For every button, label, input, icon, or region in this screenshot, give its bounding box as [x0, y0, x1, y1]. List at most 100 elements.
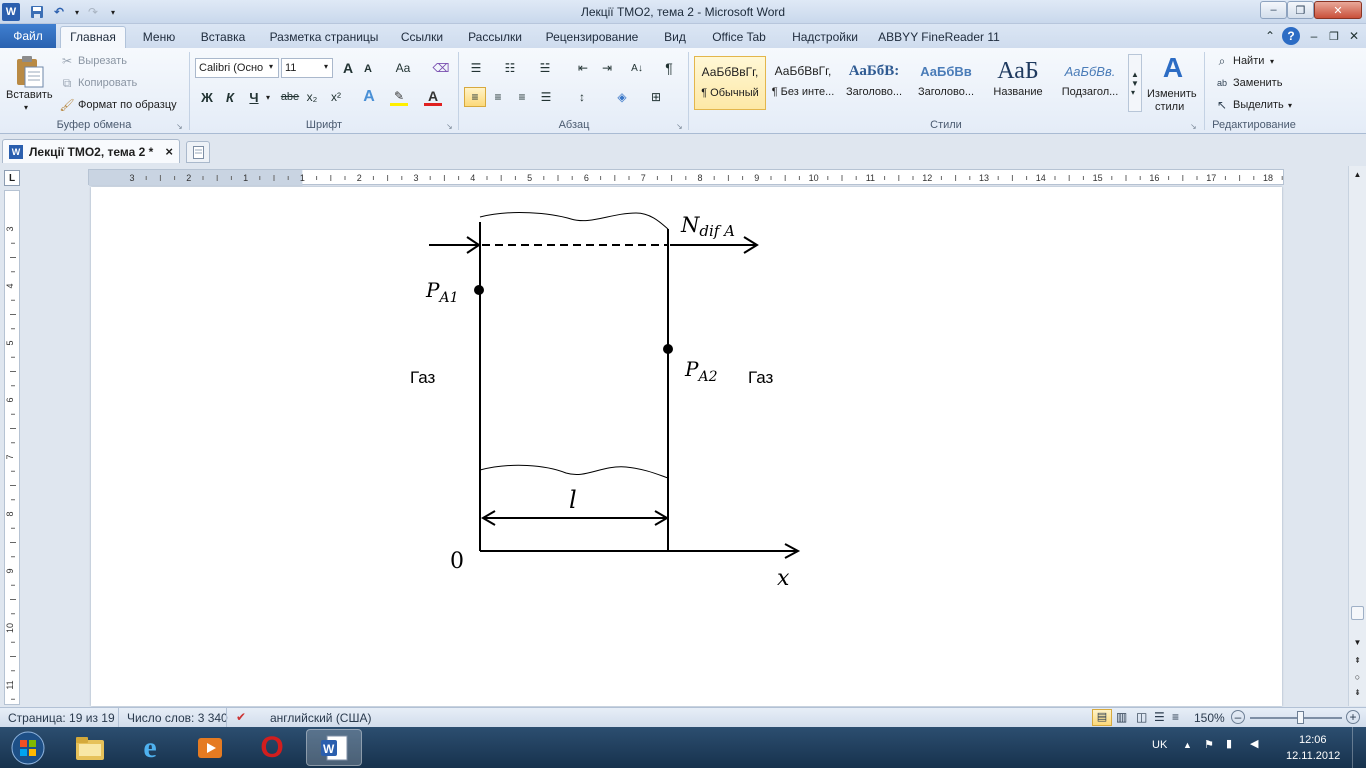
- scroll-down-icon[interactable]: ▼: [1351, 638, 1364, 652]
- decrease-indent-icon[interactable]: ⇤: [574, 59, 592, 77]
- action-center-icon[interactable]: ⚑: [1204, 738, 1214, 751]
- word-taskbar-icon[interactable]: W: [306, 729, 362, 766]
- superscript-button[interactable]: x²: [327, 88, 345, 106]
- doc-close-icon[interactable]: ✕: [1346, 28, 1362, 44]
- tab-selector[interactable]: L: [4, 170, 20, 186]
- scroll-thumb[interactable]: [1351, 606, 1364, 620]
- tab-abbyy[interactable]: ABBYY FineReader 11: [878, 27, 1000, 47]
- help-icon[interactable]: ?: [1282, 27, 1300, 45]
- doc-minimize-icon[interactable]: –: [1306, 28, 1322, 44]
- status-words[interactable]: Число слов: 3 340: [127, 711, 228, 725]
- opera-icon[interactable]: O: [244, 729, 300, 766]
- internet-explorer-icon[interactable]: e: [122, 729, 178, 766]
- font-family-dropdown-icon[interactable]: ▾: [269, 62, 273, 71]
- previous-page-icon[interactable]: ⇞: [1351, 656, 1364, 670]
- change-styles-icon[interactable]: A: [1154, 52, 1192, 84]
- zoom-slider-thumb[interactable]: [1297, 711, 1304, 724]
- font-launcher-icon[interactable]: ↘: [446, 122, 453, 131]
- increase-indent-icon[interactable]: ⇥: [598, 59, 616, 77]
- print-layout-icon[interactable]: ▤: [1092, 709, 1112, 726]
- outline-icon[interactable]: ☰: [1154, 710, 1165, 724]
- justify-icon[interactable]: ☰: [536, 88, 556, 106]
- show-formatting-button[interactable]: ¶: [660, 59, 678, 77]
- start-button[interactable]: [2, 729, 54, 766]
- status-language[interactable]: английский (США): [270, 711, 371, 725]
- tab-menu[interactable]: Меню: [135, 27, 183, 47]
- style-heading-1[interactable]: АаБбВ: Заголово...: [838, 56, 910, 110]
- multilevel-list-icon[interactable]: ☱: [535, 59, 555, 77]
- tab-review[interactable]: Рецензирование: [540, 27, 644, 47]
- cut-icon[interactable]: ✂: [60, 54, 74, 68]
- sort-icon[interactable]: A↓: [628, 59, 646, 77]
- zoom-out-icon[interactable]: –: [1231, 710, 1245, 724]
- paste-icon[interactable]: [10, 52, 48, 92]
- copy-icon[interactable]: ⧉: [60, 76, 74, 90]
- underline-dropdown-icon[interactable]: ▾: [266, 93, 270, 102]
- line-spacing-icon[interactable]: ↕: [570, 88, 594, 106]
- tab-addins[interactable]: Надстройки: [784, 27, 866, 47]
- zoom-level[interactable]: 150%: [1194, 711, 1225, 725]
- replace-button[interactable]: Заменить: [1233, 77, 1282, 89]
- subscript-button[interactable]: x₂: [303, 88, 321, 106]
- zoom-slider-track[interactable]: [1250, 717, 1342, 719]
- restore-button[interactable]: ❐: [1287, 1, 1314, 19]
- status-page[interactable]: Страница: 19 из 19: [8, 711, 115, 725]
- media-player-icon[interactable]: [182, 729, 238, 766]
- find-button[interactable]: Найти: [1233, 55, 1264, 67]
- grow-font-button[interactable]: A: [339, 59, 357, 77]
- font-size-dropdown-icon[interactable]: ▾: [324, 62, 328, 71]
- numbering-icon[interactable]: ☷: [500, 59, 520, 77]
- style-title[interactable]: АаБ Название: [982, 56, 1054, 110]
- highlight-icon[interactable]: ✎: [390, 88, 408, 106]
- draft-icon[interactable]: ≡: [1172, 710, 1179, 724]
- browse-object-icon[interactable]: ○: [1351, 672, 1364, 686]
- vertical-ruler[interactable]: 3 4 5 6 7 8 9 10 11: [4, 190, 20, 729]
- tab-file[interactable]: Файл: [0, 24, 56, 48]
- shrink-font-button[interactable]: A: [360, 61, 376, 77]
- document-tab-close-icon[interactable]: ×: [165, 144, 173, 159]
- copy-button[interactable]: Копировать: [78, 77, 137, 89]
- styles-scroll-icon[interactable]: ▲ ▼ ▾: [1128, 54, 1142, 112]
- change-case-button[interactable]: Aa: [392, 59, 414, 77]
- style-subtitle[interactable]: АаБбВв. Подзагол...: [1054, 56, 1126, 110]
- format-painter-button[interactable]: Формат по образцу: [78, 99, 177, 111]
- clock-date[interactable]: 12.11.2012: [1286, 750, 1340, 762]
- doc-restore-icon[interactable]: ❐: [1326, 28, 1342, 44]
- find-dropdown-icon[interactable]: ▾: [1270, 57, 1274, 66]
- cut-button[interactable]: Вырезать: [78, 55, 127, 67]
- select-icon[interactable]: ↖: [1214, 97, 1230, 113]
- strikethrough-button[interactable]: abe: [279, 88, 301, 106]
- tab-office-tab[interactable]: Office Tab: [706, 27, 772, 47]
- align-right-icon[interactable]: ≡: [512, 88, 532, 106]
- underline-button[interactable]: Ч: [246, 88, 262, 106]
- tab-mailings[interactable]: Рассылки: [462, 27, 528, 47]
- document-tab[interactable]: W Лекції ТМО2, тема 2 * ×: [2, 139, 180, 163]
- bold-button[interactable]: Ж: [199, 88, 215, 106]
- document-page[interactable]: Ndif A PA1 PA2 Газ Газ l 0 x: [91, 187, 1282, 706]
- font-family-combo[interactable]: Calibri (Осно: [195, 58, 279, 78]
- select-dropdown-icon[interactable]: ▾: [1288, 101, 1292, 110]
- text-effects-icon[interactable]: A: [360, 88, 378, 106]
- change-styles-label[interactable]: Изменить: [1147, 88, 1197, 100]
- clock-time[interactable]: 12:06: [1299, 734, 1327, 746]
- clear-formatting-icon[interactable]: ⌫: [432, 59, 450, 77]
- style-heading-2[interactable]: АаБбВв Заголово...: [910, 56, 982, 110]
- show-desktop-button[interactable]: [1352, 727, 1366, 768]
- paste-dropdown-icon[interactable]: ▾: [24, 103, 28, 112]
- replace-icon[interactable]: ab: [1214, 75, 1230, 91]
- font-color-button[interactable]: A: [424, 88, 442, 106]
- change-styles-label-2[interactable]: стили: [1155, 101, 1184, 113]
- tab-page-layout[interactable]: Разметка страницы: [264, 27, 384, 47]
- tab-view[interactable]: Вид: [656, 27, 694, 47]
- borders-icon[interactable]: ⊞: [644, 88, 668, 106]
- align-center-icon[interactable]: ≡: [488, 88, 508, 106]
- italic-button[interactable]: К: [222, 88, 238, 106]
- find-icon[interactable]: ⌕: [1214, 53, 1230, 69]
- bullets-icon[interactable]: ☰: [466, 59, 486, 77]
- explorer-taskbar-icon[interactable]: [62, 729, 118, 766]
- styles-launcher-icon[interactable]: ↘: [1190, 122, 1197, 131]
- web-layout-icon[interactable]: ◫: [1136, 710, 1147, 724]
- ribbon-minimize-icon[interactable]: ⌃: [1262, 28, 1278, 44]
- format-painter-icon[interactable]: 🖌: [59, 98, 74, 112]
- clipboard-launcher-icon[interactable]: ↘: [176, 122, 183, 131]
